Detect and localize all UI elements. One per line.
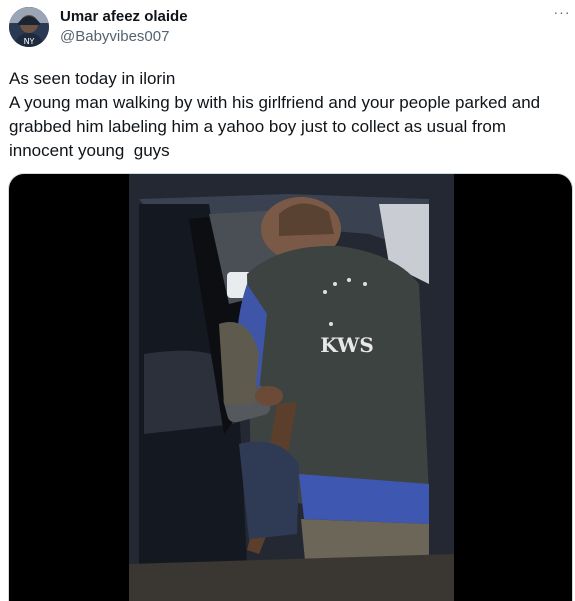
avatar[interactable]: NY bbox=[9, 7, 49, 47]
tweet-text: As seen today in ilorin A young man walk… bbox=[9, 69, 541, 160]
more-icon[interactable]: ··· bbox=[553, 5, 571, 24]
tweet: NY Umar afeez olaide @Babyvibes007 ··· A… bbox=[0, 0, 575, 601]
avatar-image: NY bbox=[9, 7, 49, 47]
video-frame: KWS bbox=[129, 174, 454, 601]
video-player[interactable]: KWS bbox=[8, 173, 573, 601]
author-name[interactable]: Umar afeez olaide bbox=[60, 8, 188, 26]
author-handle[interactable]: @Babyvibes007 bbox=[60, 28, 169, 46]
vest-label: KWS bbox=[320, 333, 374, 357]
video-still-image: KWS bbox=[129, 174, 454, 601]
svg-text:NY: NY bbox=[24, 37, 35, 46]
